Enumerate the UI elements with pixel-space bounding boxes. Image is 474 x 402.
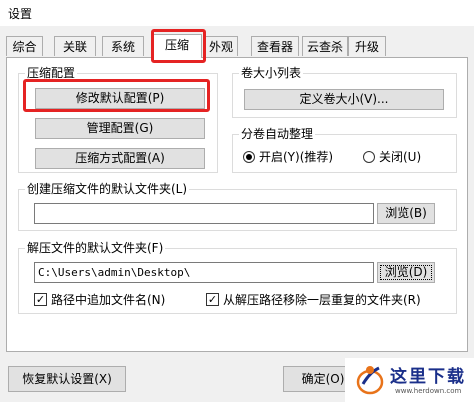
auto-split-on-radio[interactable]: 开启(Y)(推荐) bbox=[243, 148, 333, 165]
tab-cloud-scan[interactable]: 云查杀 bbox=[302, 36, 348, 56]
tab-compression[interactable]: 压缩 bbox=[152, 34, 202, 58]
define-volume-size-button[interactable]: 定义卷大小(V)... bbox=[244, 89, 444, 110]
tab-strip: 综合 关联 系统 压缩 外观 查看器 云查杀 升级 bbox=[6, 34, 466, 58]
watermark-url: www.herdown.com bbox=[395, 387, 462, 395]
remove-duplicate-folder-checkbox[interactable]: ✓ 从解压路径移除一层重复的文件夹(R) bbox=[206, 291, 421, 308]
compression-profiles-legend: 压缩配置 bbox=[25, 65, 78, 81]
radio-selected-indicator bbox=[243, 150, 255, 163]
window-title: 设置 bbox=[8, 7, 33, 21]
restore-defaults-button[interactable]: 恢复默认设置(X) bbox=[8, 366, 126, 392]
tab-upgrade[interactable]: 升级 bbox=[348, 36, 386, 56]
watermark: 这里下载 www.herdown.com bbox=[345, 358, 474, 402]
create-folder-group: 创建压缩文件的默认文件夹(L) 浏览(B) bbox=[18, 181, 457, 231]
create-folder-legend: 创建压缩文件的默认文件夹(L) bbox=[25, 181, 190, 197]
tab-system[interactable]: 系统 bbox=[102, 36, 144, 56]
checkmark-icon: ✓ bbox=[34, 293, 47, 306]
remove-duplicate-folder-label: 从解压路径移除一层重复的文件夹(R) bbox=[223, 293, 421, 307]
auto-split-group: 分卷自动整理 开启(Y)(推荐) 关闭(U) bbox=[232, 126, 457, 173]
compression-method-button[interactable]: 压缩方式配置(A) bbox=[35, 148, 205, 169]
create-folder-browse-button[interactable]: 浏览(B) bbox=[377, 203, 435, 224]
extract-folder-group: 解压文件的默认文件夹(F) C:\Users\admin\Desktop\ 浏览… bbox=[18, 240, 457, 314]
tab-association[interactable]: 关联 bbox=[54, 36, 96, 56]
tab-general[interactable]: 综合 bbox=[6, 36, 43, 56]
extract-folder-browse-button[interactable]: 浏览(D) bbox=[377, 262, 435, 283]
manage-profiles-button[interactable]: 管理配置(G) bbox=[35, 118, 205, 139]
watermark-text: 这里下载 bbox=[390, 367, 466, 387]
auto-split-off-label: 关闭(U) bbox=[379, 150, 422, 164]
auto-split-legend: 分卷自动整理 bbox=[239, 126, 316, 142]
extract-folder-legend: 解压文件的默认文件夹(F) bbox=[25, 240, 166, 256]
create-folder-input[interactable] bbox=[34, 203, 374, 224]
title-bar: 设置 bbox=[0, 0, 474, 26]
append-filename-checkbox[interactable]: ✓ 路径中追加文件名(N) bbox=[34, 291, 165, 308]
auto-split-off-radio[interactable]: 关闭(U) bbox=[363, 148, 421, 165]
watermark-logo-icon bbox=[356, 366, 384, 395]
compression-profiles-group: 压缩配置 修改默认配置(P) 管理配置(G) 压缩方式配置(A) bbox=[18, 65, 218, 173]
radio-unselected-indicator bbox=[363, 150, 375, 163]
edit-default-profile-button[interactable]: 修改默认配置(P) bbox=[35, 88, 205, 109]
append-filename-label: 路径中追加文件名(N) bbox=[51, 293, 166, 307]
tab-appearance[interactable]: 外观 bbox=[204, 36, 238, 56]
checkmark-icon: ✓ bbox=[206, 293, 219, 306]
tab-viewer[interactable]: 查看器 bbox=[251, 36, 299, 56]
auto-split-on-label: 开启(Y)(推荐) bbox=[259, 150, 334, 164]
volume-list-group: 卷大小列表 定义卷大小(V)... bbox=[232, 65, 457, 118]
settings-panel: 压缩配置 修改默认配置(P) 管理配置(G) 压缩方式配置(A) 卷大小列表 定… bbox=[6, 57, 468, 352]
extract-folder-input[interactable]: C:\Users\admin\Desktop\ bbox=[34, 262, 374, 283]
volume-list-legend: 卷大小列表 bbox=[239, 65, 304, 81]
